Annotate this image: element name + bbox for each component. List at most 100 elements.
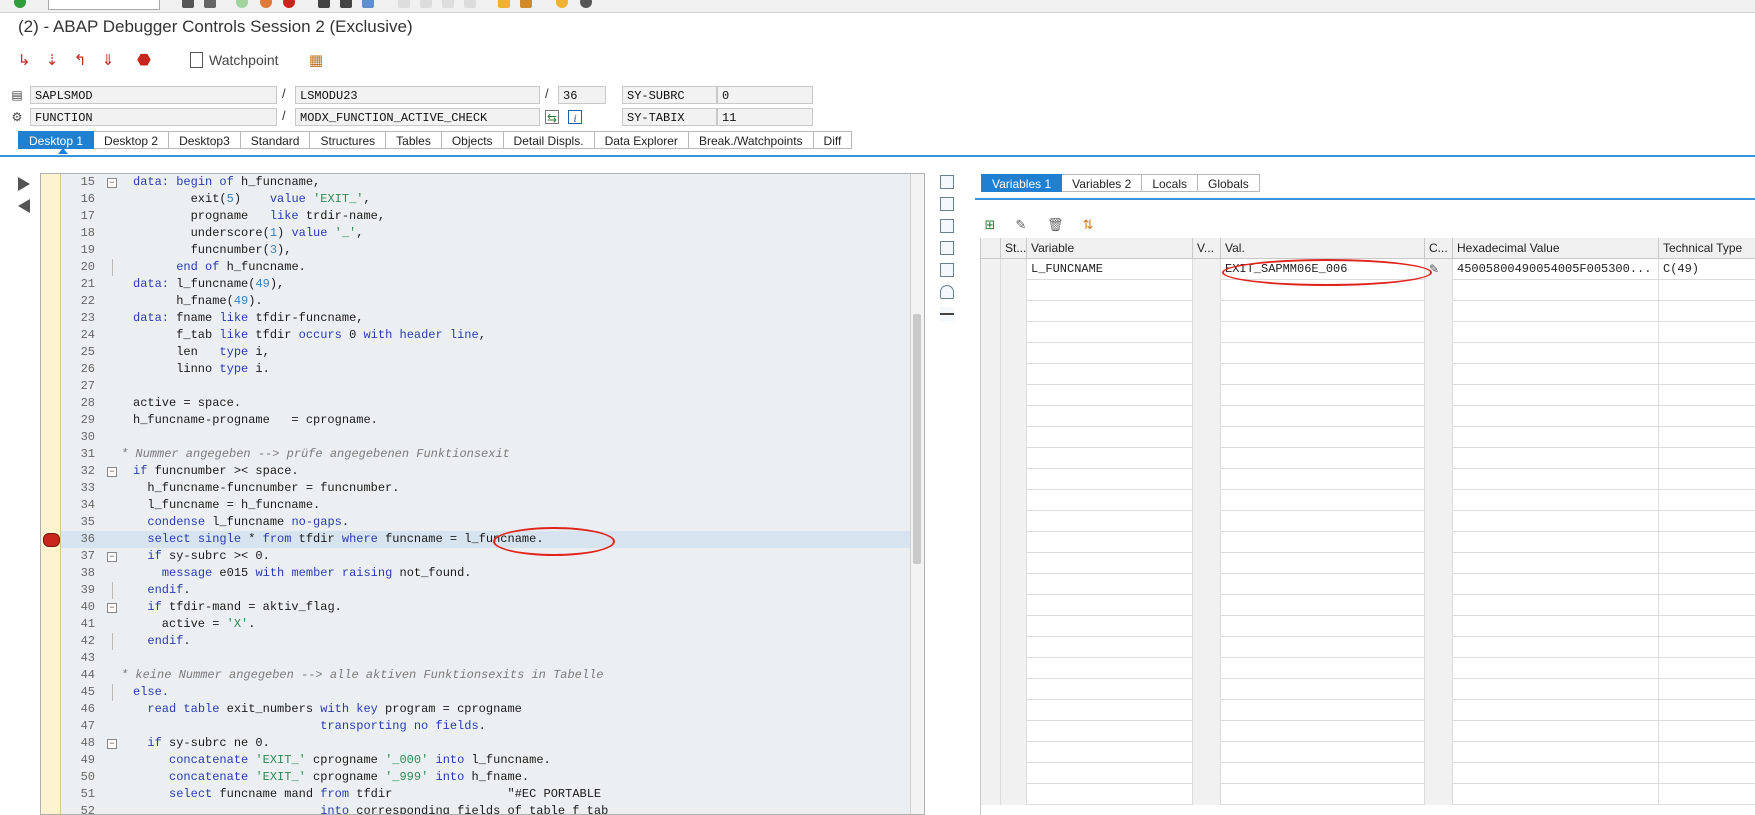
exit-icon[interactable] [236,0,248,8]
grid-cell[interactable] [1221,364,1425,385]
table-row[interactable] [981,742,1755,763]
grid-cell[interactable] [1001,637,1027,658]
grid-cell[interactable] [1221,406,1425,427]
grid-cell[interactable] [1659,490,1755,511]
grid-cell[interactable] [1425,658,1453,679]
grid-cell[interactable] [1425,784,1453,805]
next-page-icon[interactable] [442,0,454,8]
close-panel-icon[interactable] [940,241,954,255]
grid-cell[interactable] [1221,784,1425,805]
swap-icon[interactable]: ⇅ [1080,218,1096,234]
layout-icon[interactable]: ▦ [306,50,326,70]
table-row[interactable] [981,637,1755,658]
grid-cell[interactable] [1027,301,1193,322]
grid-cell[interactable] [1221,763,1425,784]
back-icon[interactable] [182,0,194,8]
grid-cell[interactable] [1425,616,1453,637]
grid-cell[interactable] [1001,742,1027,763]
grid-cell[interactable] [1027,658,1193,679]
grid-cell[interactable] [1221,742,1425,763]
grid-cell[interactable] [1027,511,1193,532]
code-line[interactable]: 42 endif. [61,633,910,650]
grid-cell[interactable] [1453,448,1659,469]
code-line[interactable]: 39 endif. [61,582,910,599]
grid-cell[interactable] [981,658,1001,679]
column-header[interactable]: St... [1001,238,1027,259]
hex-value-cell[interactable]: 45005800490054005F005300... [1453,259,1659,280]
grid-cell[interactable] [1027,532,1193,553]
grid-cell[interactable] [1193,721,1221,742]
table-row[interactable] [981,364,1755,385]
source-code-editor[interactable]: 15 − data: begin of h_funcname, 16 exit(5) … [40,173,925,815]
command-field[interactable] [48,0,160,10]
grid-cell[interactable] [1193,511,1221,532]
code-line[interactable]: 43 [61,650,910,667]
tab-locals[interactable]: Locals [1142,174,1198,192]
grid-cell[interactable] [981,721,1001,742]
grid-cell[interactable] [981,637,1001,658]
grid-cell[interactable] [1453,406,1659,427]
grid-cell[interactable] [1001,490,1027,511]
scroll-thumb[interactable] [913,314,921,564]
code-line[interactable]: 31 * Nummer angegeben --> prüfe angegeben… [61,446,910,463]
code-line[interactable]: 24 f_tab like tfdir occurs 0 with header… [61,327,910,344]
code-line[interactable]: 47 transporting no fields. [61,718,910,735]
code-line[interactable]: 20 end of h_funcname. [61,259,910,276]
table-row[interactable] [981,700,1755,721]
grid-cell[interactable] [1221,448,1425,469]
navigate-icon[interactable]: ⇆ [545,110,559,125]
grid-cell[interactable] [1453,679,1659,700]
grid-cell[interactable] [1659,679,1755,700]
grid-cell[interactable] [1027,343,1193,364]
grid-cell[interactable] [1001,679,1027,700]
grid-cell[interactable] [1659,616,1755,637]
grid-cell[interactable] [1659,385,1755,406]
grid-cell[interactable] [981,406,1001,427]
grid-cell[interactable] [1001,595,1027,616]
grid-cell[interactable] [1193,259,1221,280]
grid-cell[interactable] [1659,784,1755,805]
grid-cell[interactable] [1193,784,1221,805]
grid-cell[interactable] [1027,637,1193,658]
grid-cell[interactable] [1193,385,1221,406]
grid-cell[interactable] [1659,574,1755,595]
grid-cell[interactable] [1453,364,1659,385]
code-line[interactable]: 36 select single * from tfdir where func… [43,531,910,548]
grid-cell[interactable] [1027,595,1193,616]
grid-cell[interactable] [1659,343,1755,364]
grid-cell[interactable] [1221,532,1425,553]
table-row[interactable] [981,595,1755,616]
grid-cell[interactable] [981,469,1001,490]
table-row[interactable] [981,553,1755,574]
grid-cell[interactable] [981,553,1001,574]
code-line[interactable]: 21 data: l_funcname(49), [61,276,910,293]
grid-cell[interactable] [1425,553,1453,574]
grid-cell[interactable] [1453,343,1659,364]
code-line[interactable]: 52 into corresponding fields of table f_… [61,803,910,814]
grid-cell[interactable] [1221,595,1425,616]
grid-cell[interactable] [1659,511,1755,532]
grid-cell[interactable] [1001,532,1027,553]
grid-cell[interactable] [1453,784,1659,805]
grid-cell[interactable] [1221,721,1425,742]
grid-cell[interactable] [1453,742,1659,763]
code-line[interactable]: 16 exit(5) value 'EXIT_', [61,191,910,208]
grid-cell[interactable] [1659,469,1755,490]
grid-cell[interactable] [1659,721,1755,742]
table-row[interactable] [981,679,1755,700]
technical-type-cell[interactable]: C(49) [1659,259,1755,280]
grid-cell[interactable] [1001,721,1027,742]
grid-cell[interactable] [981,700,1001,721]
grid-cell[interactable] [1659,763,1755,784]
grid-cell[interactable] [1425,301,1453,322]
grid-cell[interactable] [1027,784,1193,805]
grid-cell[interactable] [1453,301,1659,322]
grid-cell[interactable] [981,259,1001,280]
grid-cell[interactable] [1027,322,1193,343]
grid-cell[interactable] [1193,679,1221,700]
code-line[interactable]: 48 − if sy-subrc ne 0. [61,735,910,752]
grid-cell[interactable] [1193,406,1221,427]
continue-icon[interactable]: ⇓ [98,50,118,70]
grid-cell[interactable] [981,385,1001,406]
grid-cell[interactable] [1425,532,1453,553]
